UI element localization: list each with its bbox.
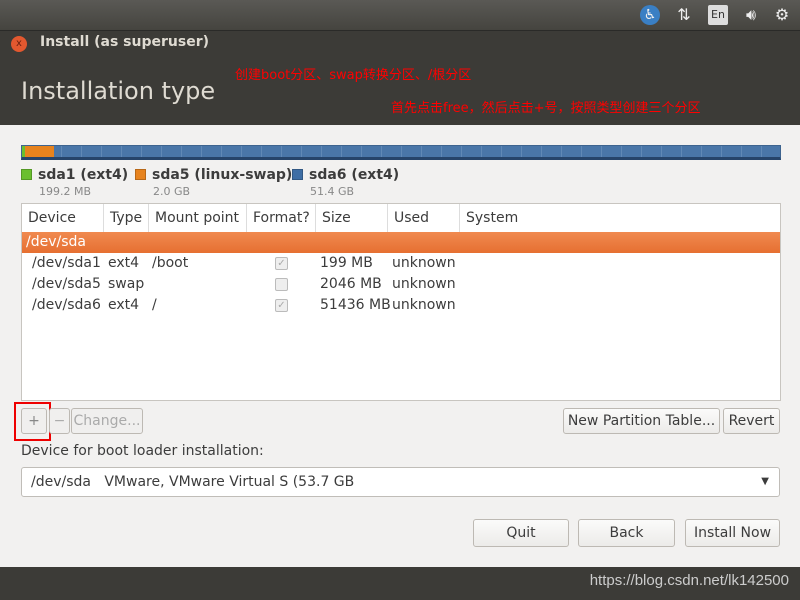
legend-sda6: sda6 (ext4) 51.4 GB bbox=[292, 167, 399, 199]
column-header-mount[interactable]: Mount point bbox=[149, 204, 247, 232]
used-cell: unknown bbox=[392, 255, 456, 271]
partition-table[interactable]: Device Type Mount point Format? Size Use… bbox=[21, 203, 781, 401]
type-cell: ext4 bbox=[108, 297, 140, 313]
type-cell: swap bbox=[108, 276, 145, 292]
device-cell: /dev/sda5 bbox=[32, 276, 101, 292]
highlight-box bbox=[14, 402, 51, 441]
bootloader-device: /dev/sda bbox=[31, 474, 91, 490]
format-checkbox[interactable]: ✓ bbox=[275, 299, 288, 312]
column-header-size[interactable]: Size bbox=[316, 204, 388, 232]
table-row[interactable]: /dev/sda6 ext4 / 51436 MB unknown ✓ bbox=[22, 295, 780, 316]
legend-swatch bbox=[21, 169, 32, 180]
column-header-device[interactable]: Device bbox=[22, 204, 104, 232]
legend-size: 199.2 MB bbox=[39, 185, 92, 198]
table-row[interactable]: /dev/sda5 swap 2046 MB unknown bbox=[22, 274, 780, 295]
back-button[interactable]: Back bbox=[578, 519, 675, 547]
mount-cell: / bbox=[152, 297, 157, 313]
change-partition-button[interactable]: Change... bbox=[71, 408, 143, 434]
page-title: Installation type bbox=[21, 77, 216, 105]
watermark: https://blog.csdn.net/lk142500 bbox=[589, 572, 789, 589]
network-icon[interactable]: ⇅ bbox=[674, 5, 694, 25]
column-header-format[interactable]: Format? bbox=[247, 204, 316, 232]
column-header-type[interactable]: Type bbox=[104, 204, 149, 232]
legend-label: sda5 (linux-swap) bbox=[152, 167, 293, 183]
legend-swatch bbox=[135, 169, 146, 180]
legend-label: sda1 (ext4) bbox=[38, 167, 129, 183]
accessibility-icon[interactable]: ♿ bbox=[640, 5, 660, 25]
type-cell: ext4 bbox=[108, 255, 140, 271]
mount-cell: /boot bbox=[152, 255, 189, 271]
legend-swatch bbox=[292, 169, 303, 180]
used-cell: unknown bbox=[392, 276, 456, 292]
size-cell: 51436 MB bbox=[320, 297, 391, 313]
bootloader-label: Device for boot loader installation: bbox=[21, 443, 264, 459]
close-icon[interactable]: x bbox=[11, 36, 27, 52]
settings-icon[interactable]: ⚙ bbox=[772, 5, 792, 25]
size-cell: 2046 MB bbox=[320, 276, 382, 292]
device-cell: /dev/sda1 bbox=[32, 255, 101, 271]
chevron-down-icon: ▼ bbox=[761, 476, 769, 487]
size-cell: 199 MB bbox=[320, 255, 373, 271]
keyboard-layout-indicator[interactable]: En bbox=[708, 5, 728, 25]
annotation-note: 创建boot分区、swap转换分区、/根分区 bbox=[235, 68, 472, 83]
volume-icon[interactable]: 🔊︎ bbox=[740, 5, 762, 25]
bottom-bar: https://blog.csdn.net/lk142500 bbox=[0, 567, 800, 600]
window-title: Install (as superuser) bbox=[40, 34, 209, 50]
table-row-disk[interactable]: /dev/sda bbox=[22, 232, 780, 253]
device-cell: /dev/sda6 bbox=[32, 297, 101, 313]
annotation-note: 首先点击free，然后点击+号，按照类型创建三个分区 bbox=[391, 101, 701, 116]
column-header-used[interactable]: Used bbox=[388, 204, 460, 232]
legend-size: 51.4 GB bbox=[310, 185, 355, 198]
format-checkbox[interactable]: ✓ bbox=[275, 257, 288, 270]
legend-sda1: sda1 (ext4) 199.2 MB bbox=[21, 167, 128, 199]
bootloader-description: VMware, VMware Virtual S (53.7 GB bbox=[104, 474, 355, 490]
legend-label: sda6 (ext4) bbox=[309, 167, 400, 183]
revert-button[interactable]: Revert bbox=[723, 408, 780, 434]
top-panel: ♿ ⇅ En 🔊︎ ⚙ bbox=[0, 0, 800, 30]
remove-partition-button[interactable]: − bbox=[49, 408, 70, 434]
table-row[interactable]: /dev/sda1 ext4/boot 199 MB unknown ✓ bbox=[22, 253, 780, 274]
install-now-button[interactable]: Install Now bbox=[685, 519, 780, 547]
legend-sda5: sda5 (linux-swap) 2.0 GB bbox=[135, 167, 292, 199]
quit-button[interactable]: Quit bbox=[473, 519, 569, 547]
format-checkbox[interactable] bbox=[275, 278, 288, 291]
new-partition-table-button[interactable]: New Partition Table... bbox=[563, 408, 720, 434]
device-cell: /dev/sda bbox=[26, 234, 86, 250]
legend-size: 2.0 GB bbox=[153, 185, 191, 198]
partition-bar bbox=[21, 145, 781, 160]
used-cell: unknown bbox=[392, 297, 456, 313]
column-header-system[interactable]: System bbox=[460, 204, 780, 232]
partition-segment-sda5 bbox=[25, 146, 54, 157]
bootloader-device-select[interactable]: /dev/sda VMware, VMware Virtual S (53.7 … bbox=[21, 467, 780, 497]
